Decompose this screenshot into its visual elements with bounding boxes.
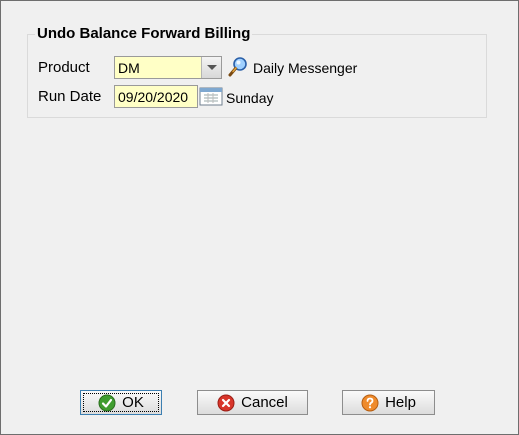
run-date-value: 09/20/2020	[118, 89, 189, 105]
group-title: Undo Balance Forward Billing	[35, 25, 253, 42]
help-icon	[361, 394, 379, 411]
help-button[interactable]: Help	[342, 390, 435, 415]
run-date-day-of-week: Sunday	[226, 90, 274, 106]
product-combobox[interactable]: DM	[114, 56, 222, 79]
ok-button[interactable]: OK	[80, 390, 162, 415]
product-description: Daily Messenger	[253, 60, 358, 76]
product-label: Product	[38, 59, 90, 76]
cancel-button-label: Cancel	[241, 394, 288, 411]
ok-button-label: OK	[122, 394, 144, 411]
search-icon[interactable]	[227, 56, 249, 78]
cancel-button[interactable]: Cancel	[197, 390, 308, 415]
run-date-input[interactable]: 09/20/2020	[114, 85, 198, 108]
dialog-window: Undo Balance Forward Billing Product DM …	[0, 0, 519, 435]
product-value: DM	[118, 60, 140, 76]
help-button-label: Help	[385, 394, 416, 411]
calendar-icon[interactable]	[199, 85, 223, 107]
cancel-icon	[217, 394, 235, 411]
chevron-down-icon[interactable]	[201, 57, 221, 78]
check-icon	[98, 394, 116, 411]
run-date-label: Run Date	[38, 88, 102, 105]
